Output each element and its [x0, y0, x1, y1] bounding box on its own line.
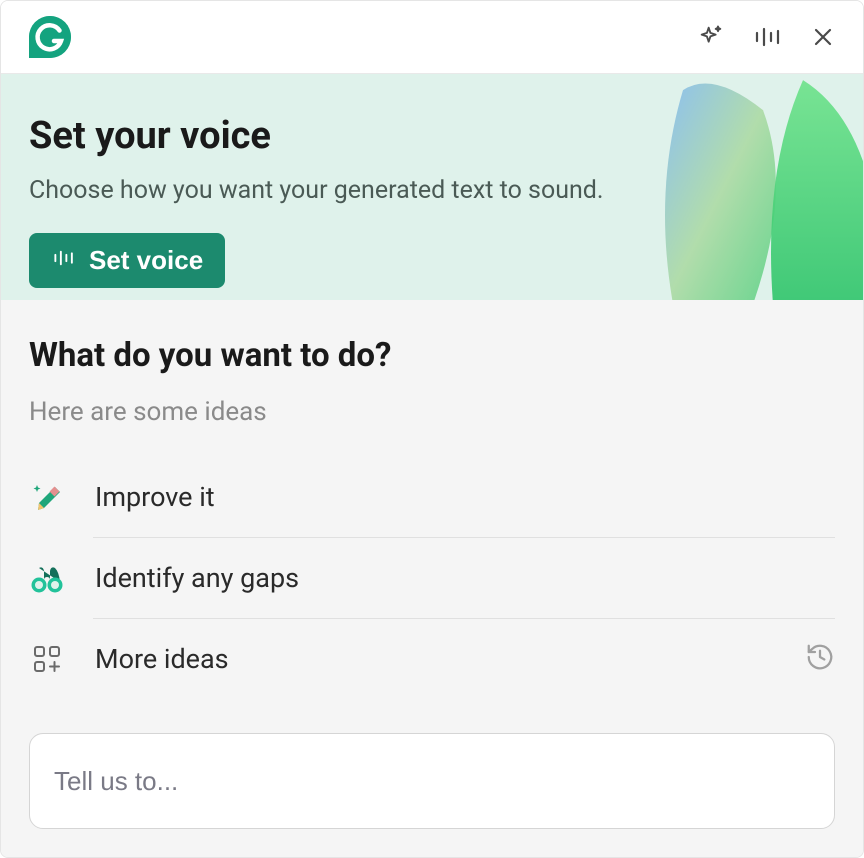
assistant-panel: Set your voice Choose how you want your …: [0, 0, 864, 858]
prompt-input[interactable]: [29, 733, 835, 829]
ideas-caption: Here are some ideas: [29, 397, 835, 427]
voice-banner-title: Set your voice: [29, 114, 835, 158]
idea-label: Improve it: [95, 481, 215, 513]
grid-plus-icon: [29, 641, 65, 677]
more-ideas-label: More ideas: [95, 643, 229, 675]
binoculars-icon: [29, 560, 65, 596]
main-section: What do you want to do? Here are some id…: [1, 300, 863, 857]
pencil-sparkle-icon: [29, 479, 65, 515]
grammarly-logo[interactable]: [29, 16, 71, 58]
close-icon[interactable]: [811, 25, 835, 49]
set-voice-button[interactable]: Set voice: [29, 233, 225, 288]
idea-label: Identify any gaps: [95, 562, 299, 594]
idea-more-ideas[interactable]: More ideas: [29, 619, 835, 699]
sparkle-icon[interactable]: [697, 23, 725, 51]
idea-list: Improve it Identify any gaps: [29, 457, 835, 699]
header-bar: [1, 1, 863, 74]
header-actions: [697, 23, 835, 51]
set-voice-button-label: Set voice: [89, 245, 203, 276]
voice-banner: Set your voice Choose how you want your …: [1, 74, 863, 300]
idea-identify-gaps[interactable]: Identify any gaps: [29, 538, 835, 618]
soundbars-icon[interactable]: [753, 23, 783, 51]
history-icon[interactable]: [805, 642, 835, 676]
voice-banner-subtitle: Choose how you want your generated text …: [29, 176, 835, 205]
main-title: What do you want to do?: [29, 336, 835, 375]
header-left: [29, 16, 71, 58]
idea-improve-it[interactable]: Improve it: [29, 457, 835, 537]
prompt-input-wrap: [29, 733, 835, 829]
soundbars-icon: [51, 245, 77, 276]
